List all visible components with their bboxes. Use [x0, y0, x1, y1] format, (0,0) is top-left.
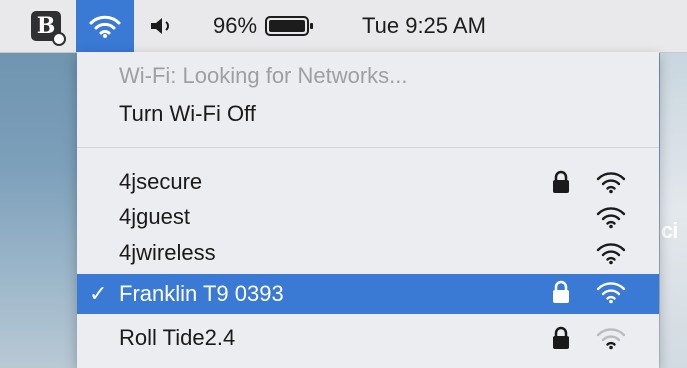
network-item-4jsecure[interactable]: 4jsecure	[77, 164, 659, 200]
turn-wifi-off-label: Turn Wi-Fi Off	[119, 101, 256, 126]
wifi-status: Wi-Fi: Looking for Networks...	[77, 58, 659, 94]
lock-icon	[551, 280, 571, 310]
volume-menu-button[interactable]	[142, 0, 182, 52]
wifi-icon	[89, 15, 121, 38]
menu-separator	[77, 147, 659, 148]
network-item-4jwireless[interactable]: 4jwireless	[77, 235, 659, 271]
network-item-roll-tide2-4[interactable]: Roll Tide2.4	[77, 320, 659, 356]
app-menu-extra[interactable]: B	[22, 0, 70, 52]
network-name: 4jguest	[119, 204, 190, 229]
menu-bar: B 96% Tue 9:25 AM	[0, 0, 687, 53]
lock-icon	[551, 170, 571, 200]
network-item-4jguest[interactable]: 4jguest	[77, 199, 659, 235]
wifi-signal-weak-icon	[596, 326, 626, 356]
wifi-dropdown-menu: Wi-Fi: Looking for Networks... Turn Wi-F…	[77, 52, 659, 368]
network-name: 4jsecure	[119, 169, 203, 194]
network-item-franklin-t9-0393[interactable]: ✓ Franklin T9 0393	[77, 274, 659, 314]
wifi-menu-button[interactable]	[76, 0, 134, 52]
turn-wifi-off-item[interactable]: Turn Wi-Fi Off	[77, 96, 659, 132]
lock-icon	[551, 326, 571, 356]
network-name: Roll Tide2.4	[119, 325, 236, 350]
network-name: 4jwireless	[119, 240, 216, 265]
battery-icon	[265, 16, 313, 36]
battery-menu-button[interactable]	[264, 0, 316, 52]
desktop-partial-text: ci	[661, 218, 678, 243]
speaker-icon	[151, 18, 169, 34]
wifi-signal-icon	[596, 241, 626, 271]
desktop-window-edge	[660, 52, 687, 368]
battery-percentage[interactable]: 96%	[213, 0, 257, 52]
wifi-signal-icon	[596, 170, 626, 200]
network-name: Franklin T9 0393	[119, 281, 284, 306]
clock[interactable]: Tue 9:25 AM	[362, 0, 486, 52]
wifi-signal-icon	[596, 280, 626, 310]
bitdefender-shield-icon: B	[31, 11, 66, 46]
checkmark-icon: ✓	[89, 281, 108, 306]
wifi-status-label: Wi-Fi: Looking for Networks...	[119, 63, 408, 88]
wifi-signal-icon	[596, 205, 626, 235]
